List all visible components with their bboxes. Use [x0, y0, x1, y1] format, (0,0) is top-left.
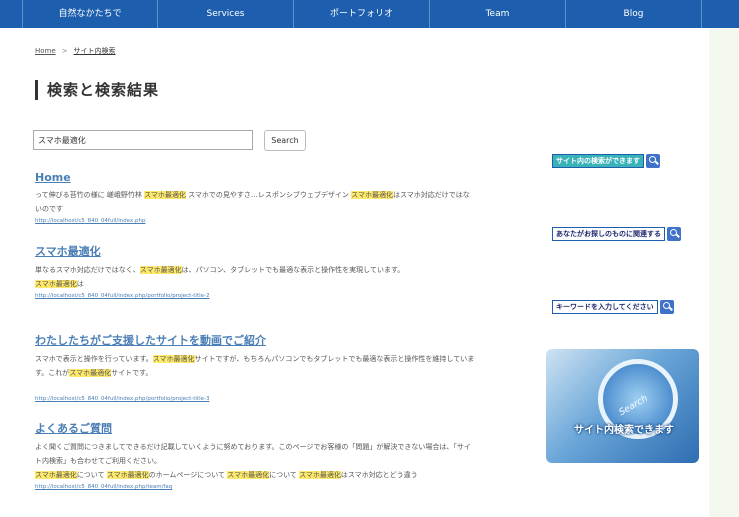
sidebar-banner-site-search[interactable]: サイト内の検索ができます	[552, 152, 694, 170]
nav-item-team[interactable]: Team	[430, 0, 566, 28]
site-search-image[interactable]: Search サイト内検索できます	[546, 349, 699, 463]
search-button[interactable]: Search	[264, 130, 306, 151]
search-input[interactable]	[33, 130, 253, 150]
result-title-link[interactable]: よくあるご質問	[35, 420, 475, 436]
banner-label: サイト内の検索ができます	[552, 154, 644, 168]
search-result: わたしたちがご支援したサイトを動画でご紹介 スマホで表示と操作を行っています。ス…	[35, 332, 475, 402]
main-nav: 自然なかたちで Services ポートフォリオ Team Blog	[0, 0, 739, 28]
result-url-link[interactable]: http://localhost/c5_840_04full/index.php…	[35, 484, 475, 490]
page-title: 検索と検索結果	[35, 80, 159, 100]
keyword-highlight: スマホ最適化	[106, 471, 149, 479]
breadcrumb-current-link[interactable]: サイト内検索	[74, 46, 116, 56]
search-icon	[646, 154, 660, 168]
nav-item-natural[interactable]: 自然なかたちで	[22, 0, 158, 28]
banner-label: あなたがお探しのものに関連する	[552, 227, 665, 241]
image-caption: サイト内検索できます	[574, 425, 674, 436]
result-title-link[interactable]: スマホ最適化	[35, 243, 475, 259]
search-icon	[667, 227, 681, 241]
sidebar-banner-keyword[interactable]: キーワードを入力してください	[552, 298, 694, 316]
search-icon	[659, 300, 674, 314]
keyword-highlight: スマホ最適化	[69, 369, 112, 377]
result-url-link[interactable]: http://localhost/c5_840_04full/index.php…	[35, 396, 475, 402]
result-url-link[interactable]: http://localhost/c5_840_04full/index.php	[35, 218, 475, 224]
search-result: よくあるご質問 よく聞くご質問につきましてできるだけ記載していくように努めており…	[35, 420, 475, 490]
keyword-highlight: スマホ最適化	[351, 191, 393, 199]
result-title-link[interactable]: わたしたちがご支援したサイトを動画でご紹介	[35, 332, 475, 348]
keyword-highlight: スマホ最適化	[139, 266, 182, 274]
result-snippet: って伸びる苔竹の様に 嵯峨野竹林 スマホ最適化 スマホでの見やすさ…レスポンシブ…	[35, 191, 470, 213]
nav-item-blog[interactable]: Blog	[566, 0, 702, 28]
keyword-highlight: スマホ最適化	[227, 471, 270, 479]
sidebar-banner-related[interactable]: あなたがお探しのものに関連する	[552, 225, 694, 243]
result-snippet: スマホで表示と操作を行っています。スマホ最適化サイトですが、もちろんパソコンでも…	[35, 355, 475, 377]
keyword-highlight: スマホ最適化	[35, 471, 77, 479]
result-snippet: よく聞くご質問につきましてできるだけ記載していくように努めております。このページ…	[35, 443, 471, 479]
search-result: Home って伸びる苔竹の様に 嵯峨野竹林 スマホ最適化 スマホでの見やすさ…レ…	[35, 171, 475, 224]
keyword-highlight: スマホ最適化	[35, 280, 77, 288]
breadcrumb: Home > サイト内検索	[35, 46, 116, 56]
result-title-link[interactable]: Home	[35, 171, 475, 184]
nav-item-portfolio[interactable]: ポートフォリオ	[294, 0, 430, 28]
banner-label: キーワードを入力してください	[552, 300, 658, 314]
keyword-highlight: スマホ最適化	[299, 471, 341, 479]
result-snippet: 単なるスマホ対応だけではなく、スマホ最適化は、パソコン、タブレットでも最適な表示…	[35, 266, 405, 288]
nav-item-services[interactable]: Services	[158, 0, 294, 28]
result-url-link[interactable]: http://localhost/c5_840_04full/index.php…	[35, 293, 475, 299]
keyword-highlight: スマホ最適化	[144, 191, 186, 199]
search-result: スマホ最適化 単なるスマホ対応だけではなく、スマホ最適化は、パソコン、タブレット…	[35, 243, 475, 299]
breadcrumb-home-link[interactable]: Home	[35, 47, 56, 55]
keyword-highlight: スマホ最適化	[152, 355, 195, 363]
breadcrumb-separator: >	[61, 47, 68, 55]
